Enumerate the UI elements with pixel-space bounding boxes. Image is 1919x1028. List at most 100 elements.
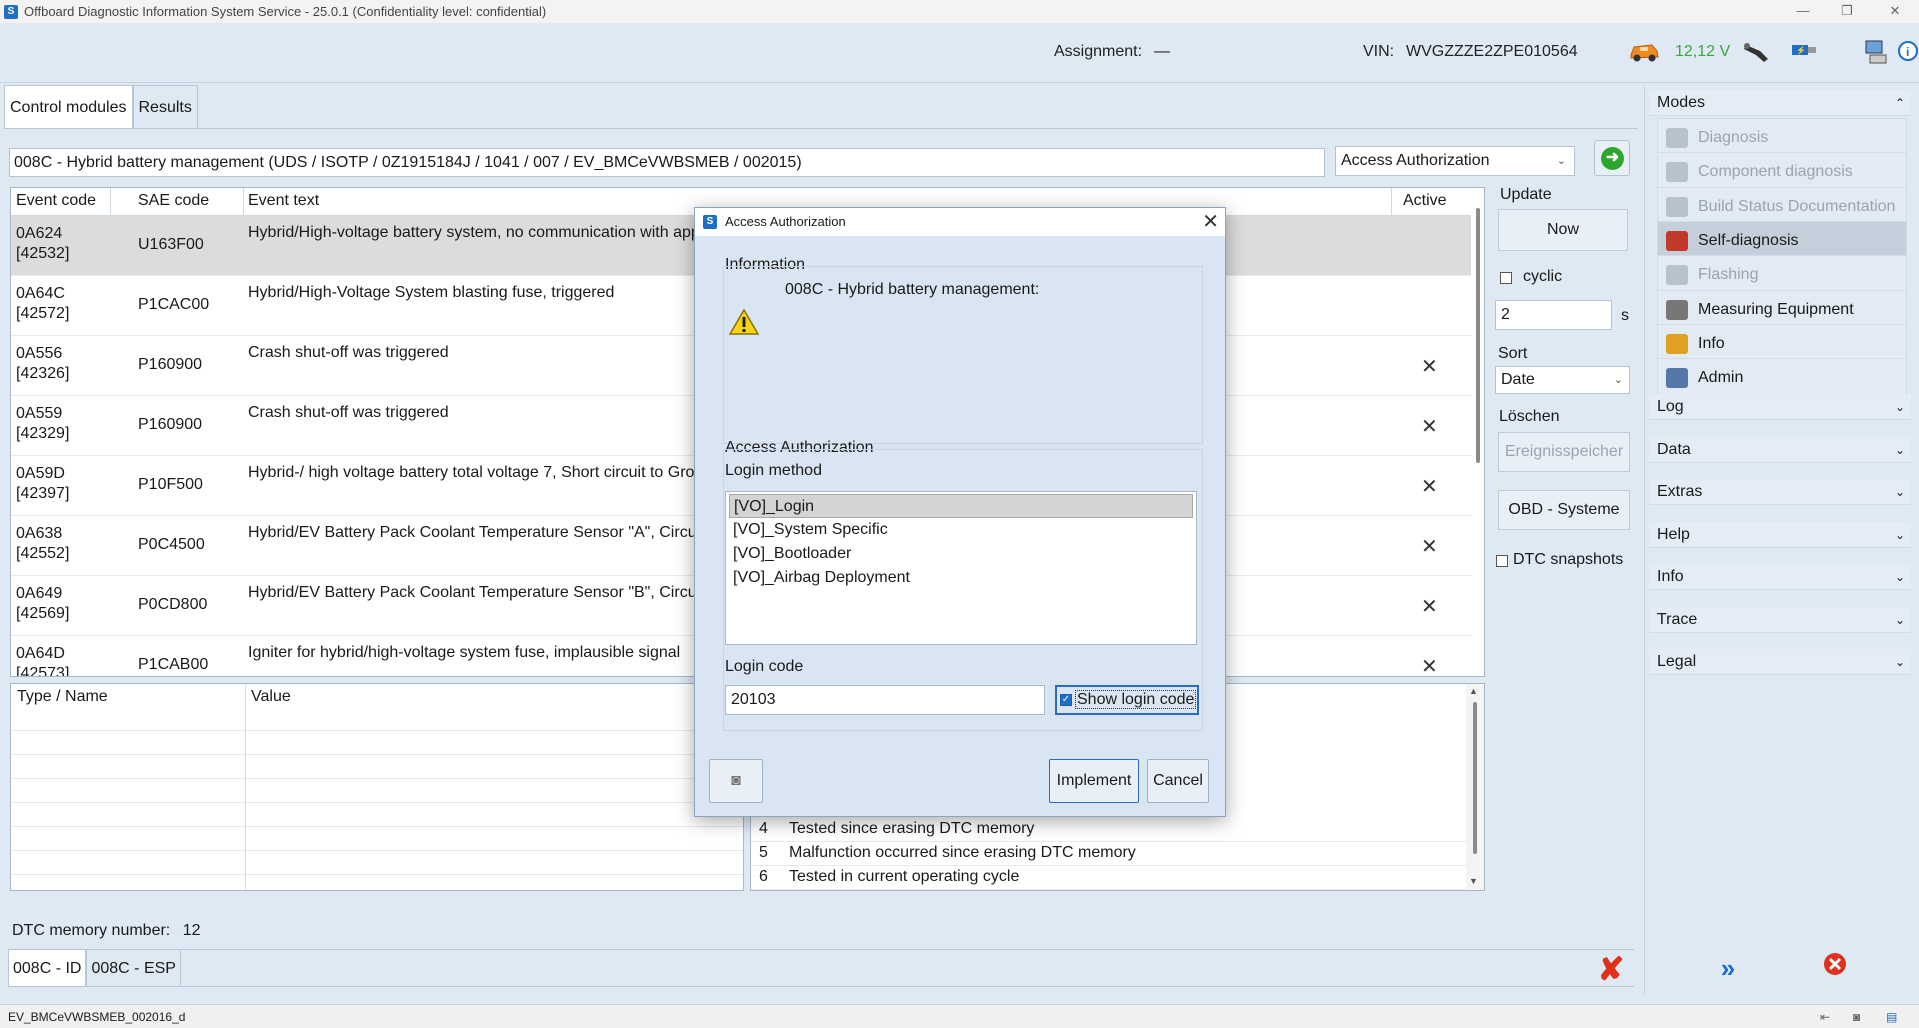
status-row: 6 Tested in current operating cycle (751, 866, 1466, 890)
sae-code: P160900 (138, 356, 203, 373)
info-icon[interactable]: i (1894, 37, 1919, 65)
database-icon[interactable]: ▤ (1886, 1005, 1897, 1028)
delete-event-memory-button[interactable]: Ereignisspeicher (1498, 432, 1630, 472)
event-code-number: [42329] (16, 425, 70, 442)
header-active[interactable]: Active (1403, 192, 1447, 210)
header-event-text[interactable]: Event text (248, 192, 319, 210)
event-text: Crash shut-off was triggered (248, 344, 449, 361)
close-ecu-icon[interactable]: ✘ (1596, 953, 1626, 985)
section-help[interactable]: Help ⌄ (1649, 521, 1911, 548)
close-session-button[interactable] (1818, 951, 1852, 985)
login-method-item[interactable]: [VO]_Bootloader (729, 542, 1193, 566)
section-extras[interactable]: Extras ⌄ (1649, 479, 1911, 505)
dtc-snapshots-checkbox[interactable] (1496, 555, 1508, 567)
ecu-title-field: 008C - Hybrid battery management (UDS / … (9, 148, 1325, 177)
login-method-item[interactable]: [VO]_Login (729, 494, 1193, 518)
section-data[interactable]: Data ⌄ (1649, 436, 1911, 463)
mode-component-diagnosis[interactable]: Component diagnosis (1657, 152, 1907, 191)
mode-flashing[interactable]: Flashing (1657, 255, 1907, 294)
dtc-memory-value: 12 (182, 922, 201, 939)
section-trace[interactable]: Trace ⌄ (1649, 606, 1911, 633)
modes-header[interactable]: Modes ⌃ (1649, 90, 1911, 116)
status-text: Tested since erasing DTC memory (789, 820, 1035, 837)
sae-code: P10F500 (138, 476, 203, 493)
self-diagnosis-icon (1666, 230, 1688, 251)
event-text: Hybrid/High-Voltage System blasting fuse… (248, 284, 615, 301)
header-type-name: Type / Name (17, 688, 108, 705)
active-mark: ✕ (1421, 416, 1438, 438)
event-code-number: [42326] (16, 365, 70, 382)
vin-label: VIN: (1363, 43, 1395, 60)
status-text: Tested in current operating cycle (789, 868, 1020, 885)
information-text: 008C - Hybrid battery management: (785, 281, 1040, 298)
status-number: 6 (759, 868, 768, 885)
show-login-code-checkbox[interactable]: ✓ Show login code (1055, 685, 1199, 715)
status-number: 4 (759, 820, 768, 837)
status-bar: EV_BMCeVWBSMEB_002016_d ⇤ ◙ ▤ (0, 1004, 1919, 1028)
tab-008c-id[interactable]: 008C - ID (8, 949, 87, 987)
active-mark: ✕ (1421, 656, 1438, 677)
window-title: Offboard Diagnostic Information System S… (24, 4, 547, 19)
close-window-button[interactable]: ✕ (1875, 0, 1915, 23)
implement-button[interactable]: Implement (1049, 759, 1139, 803)
event-table-scrollbar[interactable] (1476, 208, 1480, 463)
chevron-down-icon: ⌄ (1894, 442, 1905, 457)
section-info[interactable]: Info ⌄ (1649, 564, 1911, 590)
status-table-scrollbar[interactable]: ▲ ▼ (1466, 684, 1484, 890)
status-row: 7No warning display on (751, 890, 1466, 891)
mode-measuring-equipment[interactable]: Measuring Equipment (1657, 289, 1907, 328)
chevron-down-icon: ⌄ (1894, 400, 1905, 414)
minimize-button[interactable]: — (1783, 0, 1823, 23)
status-text: EV_BMCeVWBSMEB_002016_d (8, 1010, 186, 1024)
dialog-close-icon[interactable]: ✕ (1202, 208, 1219, 236)
chevron-down-icon: ⌄ (1894, 655, 1905, 669)
tab-008c-esp[interactable]: 008C - ESP (86, 949, 181, 987)
screenshot-button[interactable]: ◙ (709, 759, 763, 803)
event-code: 0A649 [42569] (16, 584, 69, 624)
interval-unit: s (1621, 307, 1629, 324)
chevron-down-icon: ⌄ (1894, 570, 1905, 584)
login-method-list: [VO]_Login [VO]_System Specific [VO]_Bootl… (725, 491, 1197, 645)
interval-input[interactable]: 2 (1495, 300, 1612, 330)
header-sae-code[interactable]: SAE code (138, 192, 209, 210)
section-legal[interactable]: Legal ⌄ (1649, 649, 1911, 675)
function-select[interactable]: Access Authorization ⌄ (1335, 146, 1575, 176)
show-login-code-label: Show login code (1075, 690, 1197, 709)
forward-button[interactable]: » (1711, 951, 1745, 985)
cancel-button[interactable]: Cancel (1147, 759, 1209, 803)
event-code-value: 0A59D (16, 465, 65, 482)
execute-button[interactable]: ➜ (1594, 140, 1630, 176)
scroll-up-icon[interactable]: ▲ (1469, 686, 1478, 696)
maximize-button[interactable]: ❐ (1827, 0, 1867, 23)
login-method-item[interactable]: [VO]_System Specific (729, 518, 1193, 542)
event-code-value: 0A556 (16, 345, 63, 362)
cyclic-checkbox[interactable] (1500, 272, 1512, 284)
mode-info[interactable]: Info (1657, 323, 1907, 362)
warning-icon (728, 308, 760, 335)
event-code-value: 0A649 (16, 585, 63, 602)
login-code-input[interactable]: 20103 (725, 685, 1045, 715)
event-code-number: [42532] (16, 245, 70, 262)
battery-voltage: 12,12 V (1675, 43, 1731, 60)
chevron-down-icon: ⌄ (1894, 527, 1905, 542)
tab-results[interactable]: Results (132, 85, 198, 129)
mode-build-status-documentation[interactable]: Build Status Documentation (1657, 186, 1907, 225)
flashing-icon (1666, 265, 1688, 286)
window-titlebar: S Offboard Diagnostic Information System… (0, 0, 1919, 23)
mode-admin[interactable]: Admin (1657, 358, 1907, 397)
mode-label: Self-diagnosis (1698, 231, 1799, 249)
update-now-button[interactable]: Now (1498, 209, 1628, 251)
obd-systems-button[interactable]: OBD - Systeme (1498, 490, 1630, 530)
login-method-item[interactable]: [VO]_Airbag Deployment (729, 566, 1193, 590)
logout-icon[interactable]: ⇤ (1820, 1005, 1830, 1028)
camera-icon[interactable]: ◙ (1853, 1005, 1860, 1028)
header-event-code[interactable]: Event code (16, 192, 96, 210)
mode-diagnosis[interactable]: Diagnosis (1657, 118, 1907, 156)
section-log[interactable]: Log ⌄ (1649, 394, 1911, 420)
scroll-down-icon[interactable]: ▼ (1469, 876, 1478, 886)
chevron-down-icon: ⌄ (1894, 485, 1905, 499)
update-label: Update (1500, 186, 1552, 203)
tab-control-modules[interactable]: Control modules (4, 85, 133, 129)
mode-self-diagnosis[interactable]: Self-diagnosis (1657, 220, 1907, 259)
sort-select[interactable]: Date ⌄ (1495, 366, 1630, 394)
